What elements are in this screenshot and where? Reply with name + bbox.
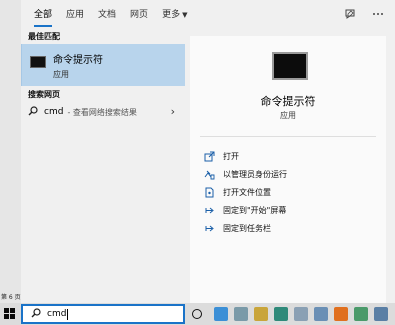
taskbar-search-input[interactable]: cmd <box>21 304 185 324</box>
windows-start-icon[interactable] <box>4 308 16 320</box>
taskbar-app-5-icon[interactable] <box>294 307 308 321</box>
text-cursor <box>67 308 69 320</box>
preview-pane: 命令提示符 应用 打开 以管理员身份运行 打开文件位置 固定到"开始"屏幕 固定… <box>190 36 386 303</box>
shield-run-icon <box>203 168 215 180</box>
taskbar: cmd <box>0 303 395 325</box>
pin-start-icon <box>203 204 215 216</box>
best-match-kind: 应用 <box>53 70 69 79</box>
cmd-app-icon <box>30 56 46 68</box>
preview-kind: 应用 <box>280 111 296 120</box>
taskbar-search-text: cmd <box>47 309 67 319</box>
action-pin-to-start[interactable]: 固定到"开始"屏幕 <box>203 201 287 219</box>
web-search-hint: - 查看网络搜索结果 <box>67 107 137 117</box>
tab-apps-label: 应用 <box>66 10 85 20</box>
best-match-result[interactable]: 命令提示符 应用 <box>21 44 185 86</box>
web-search-query: cmd <box>44 107 64 117</box>
action-open[interactable]: 打开 <box>203 147 287 165</box>
action-pin-to-start-label: 固定到"开始"屏幕 <box>223 205 287 215</box>
cmd-app-large-icon <box>272 52 308 80</box>
pin-taskbar-icon <box>203 222 215 234</box>
action-run-as-admin-label: 以管理员身份运行 <box>223 169 287 179</box>
tab-apps[interactable]: 应用 <box>66 0 84 30</box>
taskbar-app-4-icon[interactable] <box>274 307 288 321</box>
tab-all-label: 全部 <box>34 10 53 20</box>
action-open-label: 打开 <box>223 151 239 161</box>
chevron-right-icon[interactable]: › <box>171 105 175 118</box>
taskbar-app-1-icon[interactable] <box>214 307 228 321</box>
preview-title: 命令提示符 <box>260 95 316 108</box>
search-flyout: 全部 应用 文档 网页 更多 ▼ 最佳匹配 命令提示符 应用 搜索网页 cmd -… <box>21 0 395 303</box>
more-options-icon[interactable] <box>371 7 385 21</box>
action-pin-to-taskbar[interactable]: 固定到任务栏 <box>203 219 287 237</box>
tab-all[interactable]: 全部 <box>34 0 53 30</box>
tab-web[interactable]: 网页 <box>130 0 148 30</box>
background-page-label: 第 6 页 <box>0 293 21 303</box>
best-match-heading: 最佳匹配 <box>28 32 60 41</box>
tab-documents-label: 文档 <box>98 10 117 20</box>
best-match-name: 命令提示符 <box>53 55 103 66</box>
taskbar-app-3-icon[interactable] <box>254 307 268 321</box>
open-icon <box>203 150 215 162</box>
action-open-file-location-label: 打开文件位置 <box>223 187 271 197</box>
action-pin-to-taskbar-label: 固定到任务栏 <box>223 223 271 233</box>
web-search-result[interactable]: cmd - 查看网络搜索结果 › <box>21 102 185 122</box>
tab-web-label: 网页 <box>130 10 149 20</box>
taskbar-app-2-icon[interactable] <box>234 307 248 321</box>
chevron-down-icon: ▼ <box>182 11 188 19</box>
preview-divider <box>200 136 376 137</box>
feedback-icon[interactable] <box>343 7 357 21</box>
tab-documents[interactable]: 文档 <box>98 0 116 30</box>
taskbar-app-6-icon[interactable] <box>314 307 328 321</box>
search-tabs: 全部 应用 文档 网页 更多 ▼ <box>21 0 395 30</box>
web-search-heading: 搜索网页 <box>28 90 60 99</box>
taskbar-app-7-icon[interactable] <box>334 307 348 321</box>
action-run-as-admin[interactable]: 以管理员身份运行 <box>203 165 287 183</box>
tab-more[interactable]: 更多 ▼ <box>162 0 187 30</box>
search-icon <box>28 105 38 119</box>
action-list: 打开 以管理员身份运行 打开文件位置 固定到"开始"屏幕 固定到任务栏 <box>203 147 287 237</box>
results-list: 最佳匹配 命令提示符 应用 搜索网页 cmd - 查看网络搜索结果 › <box>21 30 185 303</box>
taskbar-app-9-icon[interactable] <box>374 307 388 321</box>
file-location-icon <box>203 186 215 198</box>
search-icon <box>31 307 41 321</box>
action-open-file-location[interactable]: 打开文件位置 <box>203 183 287 201</box>
cortana-icon[interactable] <box>192 309 202 319</box>
tab-more-label: 更多 <box>162 10 181 20</box>
taskbar-app-8-icon[interactable] <box>354 307 368 321</box>
